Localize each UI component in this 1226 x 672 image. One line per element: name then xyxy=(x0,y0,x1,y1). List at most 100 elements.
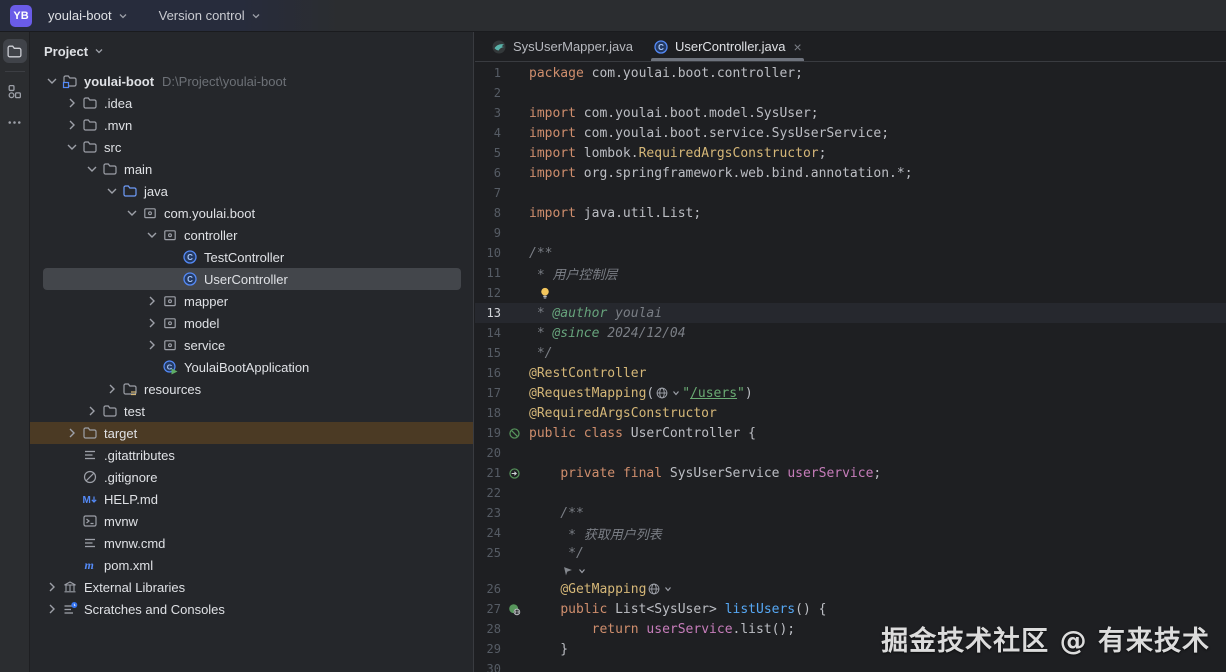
tree-item--idea[interactable]: .idea xyxy=(30,92,473,114)
tree-item--gitignore[interactable]: .gitignore xyxy=(30,466,473,488)
code-line-23[interactable]: 23 /** xyxy=(475,503,1226,523)
autowired-gutter-icon[interactable] xyxy=(505,467,523,480)
code-line-30[interactable]: 30 xyxy=(475,659,1226,672)
tree-item--mvn[interactable]: .mvn xyxy=(30,114,473,136)
chevron-down-icon[interactable] xyxy=(124,205,140,221)
code-line-5[interactable]: 5 import lombok. RequiredArgsConstructor; xyxy=(475,143,1226,163)
close-tab-icon[interactable]: × xyxy=(794,40,802,54)
code-line-15[interactable]: 15 */ xyxy=(475,343,1226,363)
code-line-11[interactable]: 11 * 用户控制层 xyxy=(475,263,1226,283)
tree-item-model[interactable]: model xyxy=(30,312,473,334)
tree-item-usercontroller[interactable]: C UserController xyxy=(30,268,473,290)
tree-item-service[interactable]: service xyxy=(30,334,473,356)
intention-bulb-icon[interactable] xyxy=(538,286,552,300)
app-logo[interactable]: YB xyxy=(10,4,32,27)
tree-item-youlaibootapplication[interactable]: C YoulaiBootApplication xyxy=(30,356,473,378)
chevron-right-icon[interactable] xyxy=(104,381,120,397)
line-number: 20 xyxy=(486,446,501,460)
tree-item-com-youlai-boot[interactable]: com.youlai.boot xyxy=(30,202,473,224)
project-panel-header[interactable]: Project xyxy=(30,32,473,70)
tree-item-java[interactable]: java xyxy=(30,180,473,202)
src-folder-icon xyxy=(122,183,138,199)
tree-item-label: .gitignore xyxy=(104,469,158,485)
tree-item-src[interactable]: src xyxy=(30,136,473,158)
code-line-14[interactable]: 14 * @since 2024/12/04 xyxy=(475,323,1226,343)
tree-item-scratches-and-consoles[interactable]: Scratches and Consoles xyxy=(30,598,473,620)
tree-item-mapper[interactable]: mapper xyxy=(30,290,473,312)
line-number: 23 xyxy=(486,506,501,520)
code-line-18[interactable]: 18 @RequiredArgsConstructor xyxy=(475,403,1226,423)
chevron-down-icon[interactable] xyxy=(577,564,587,578)
chevron-right-icon[interactable] xyxy=(144,315,160,331)
url-mapping-gutter-icon[interactable] xyxy=(505,603,523,616)
spring-bean-gutter-icon[interactable] xyxy=(505,427,523,440)
tree-item-testcontroller[interactable]: C TestController xyxy=(30,246,473,268)
code-line-13[interactable]: 13 * @author youlai xyxy=(475,303,1226,323)
tree-item-external-libraries[interactable]: External Libraries xyxy=(30,576,473,598)
tree-item-mvnw-cmd[interactable]: mvnw.cmd xyxy=(30,532,473,554)
tree-item-main[interactable]: main xyxy=(30,158,473,180)
chevron-down-icon[interactable] xyxy=(144,227,160,243)
chevron-right-icon[interactable] xyxy=(64,117,80,133)
tree-item-test[interactable]: test xyxy=(30,400,473,422)
token: RequiredArgsConstructor xyxy=(638,145,819,161)
svg-text:M: M xyxy=(83,495,91,506)
inlay-action-icon[interactable] xyxy=(561,564,575,578)
code-line-4[interactable]: 4 import com.youlai.boot.service.SysUserS… xyxy=(475,123,1226,143)
chevron-right-icon[interactable] xyxy=(64,95,80,111)
code-line-10[interactable]: 10 /** xyxy=(475,243,1226,263)
code-line-21[interactable]: 21 private final SysUserService userServ… xyxy=(475,463,1226,483)
chevron-down-icon[interactable] xyxy=(104,183,120,199)
code-line-17[interactable]: 17 @RequestMapping("/users ") xyxy=(475,383,1226,403)
chevron-down-icon[interactable] xyxy=(84,161,100,177)
chevron-down-icon[interactable] xyxy=(671,386,681,400)
editor-tab-sysusermapper-java[interactable]: SysUserMapper.java xyxy=(481,32,643,61)
project-widget[interactable]: youlai-boot xyxy=(42,5,135,26)
chevron-right-icon[interactable] xyxy=(84,403,100,419)
tree-item-controller[interactable]: controller xyxy=(30,224,473,246)
tree-item-youlai-boot[interactable]: youlai-boot D:\Project\youlai-boot xyxy=(30,70,473,92)
code-line-22[interactable]: 22 xyxy=(475,483,1226,503)
structure-tool-button[interactable] xyxy=(3,79,27,103)
chevron-right-icon[interactable] xyxy=(44,601,60,617)
editor-tab-usercontroller-java[interactable]: C UserController.java × xyxy=(643,32,812,61)
code-line-19[interactable]: 19 public class UserController { xyxy=(475,423,1226,443)
code-line-3[interactable]: 3 import com.youlai.boot.model.SysUser; xyxy=(475,103,1226,123)
chevron-down-icon[interactable] xyxy=(663,582,673,596)
code-line-7[interactable]: 7 xyxy=(475,183,1226,203)
code-line-1[interactable]: 1 package com.youlai.boot.controller; xyxy=(475,63,1226,83)
code-line-12[interactable]: 12 xyxy=(475,283,1226,303)
chevron-down-icon[interactable] xyxy=(64,139,80,155)
tree-item-target[interactable]: target xyxy=(30,422,473,444)
code-line-26[interactable]: 26 @GetMapping xyxy=(475,579,1226,599)
tree-item--gitattributes[interactable]: .gitattributes xyxy=(30,444,473,466)
tree-item-pom-xml[interactable]: m pom.xml xyxy=(30,554,473,576)
globe-icon[interactable] xyxy=(647,582,661,596)
code-line-8[interactable]: 8 import java.util.List; xyxy=(475,203,1226,223)
chevron-down-icon[interactable] xyxy=(44,73,60,89)
chevron-right-icon[interactable] xyxy=(64,425,80,441)
line-number: 21 xyxy=(486,466,501,480)
vcs-widget[interactable]: Version control xyxy=(153,5,268,26)
code-line-24[interactable]: 24 * 获取用户列表 xyxy=(475,523,1226,543)
project-tool-button[interactable] xyxy=(2,39,27,63)
code-editor[interactable]: 1 package com.youlai.boot.controller; 2 3 im… xyxy=(475,63,1226,672)
chevron-right-icon[interactable] xyxy=(44,579,60,595)
code-line-20[interactable]: 20 xyxy=(475,443,1226,463)
code-line-25[interactable]: 25 */ xyxy=(475,543,1226,563)
code-line-9[interactable]: 9 xyxy=(475,223,1226,243)
chevron-right-icon[interactable] xyxy=(144,293,160,309)
tree-item-help-md[interactable]: M HELP.md xyxy=(30,488,473,510)
globe-icon[interactable] xyxy=(655,386,669,400)
tree-item-resources[interactable]: resources xyxy=(30,378,473,400)
code-line-6[interactable]: 6 import org.springframework.web.bind.ann… xyxy=(475,163,1226,183)
code-line-27[interactable]: 27 public List<SysUser> listUsers() { xyxy=(475,599,1226,619)
more-tool-button[interactable] xyxy=(3,110,27,134)
code-line-16[interactable]: 16 @RestController xyxy=(475,363,1226,383)
code-line-2[interactable]: 2 xyxy=(475,83,1226,103)
code-inlay-row[interactable] xyxy=(475,563,1226,579)
chevron-right-icon[interactable] xyxy=(144,337,160,353)
token: java.util.List; xyxy=(575,205,702,221)
tree-item-mvnw[interactable]: mvnw xyxy=(30,510,473,532)
